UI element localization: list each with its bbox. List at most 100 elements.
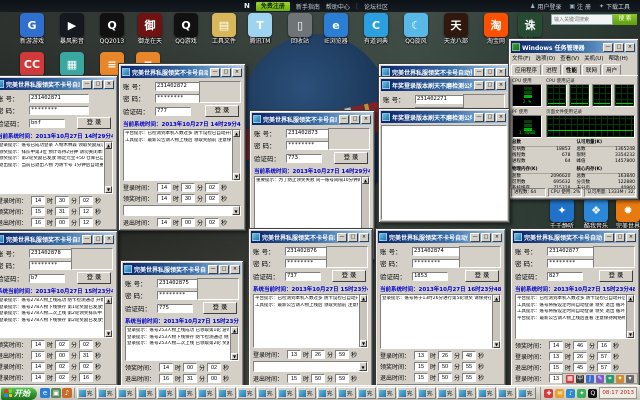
window-titlebar[interactable]: 完美世界私服领奖不卡号自动登录(v1.0)—□× [513, 231, 637, 243]
taskbar-window-button[interactable]: 完.. [237, 387, 256, 399]
scrollbar[interactable]: ▲▼ [626, 295, 634, 338]
desktop-icon[interactable]: T腾讯TM [242, 13, 278, 45]
window-titlebar[interactable]: 完美世界私服领奖不卡号自动登录(v1.3)—□× [121, 66, 243, 78]
hour-input[interactable] [414, 373, 428, 382]
login-button[interactable]: 登 录 [465, 270, 499, 282]
menu-shutdown[interactable]: 关机(U) [584, 54, 603, 62]
hour-input[interactable] [157, 218, 171, 227]
taskbar-window-button[interactable]: 完.. [337, 387, 356, 399]
log-listbox[interactable]: 登录提示：账号将于13时26分进行第5轮领奖 请保持在线状态▲▼ [380, 294, 501, 349]
captcha-input[interactable] [286, 154, 322, 163]
langbar-icon[interactable]: ▾ [626, 375, 634, 383]
maximize-button[interactable]: □ [350, 115, 360, 124]
scroll-up-icon[interactable]: ▲ [231, 327, 238, 334]
taskbar-window-button[interactable]: 完.. [417, 387, 436, 399]
minimize-button[interactable]: — [603, 43, 613, 52]
hour-input[interactable] [157, 183, 171, 192]
taskbar-window-button[interactable]: 完.. [477, 387, 496, 399]
login-button[interactable]: 登 录 [203, 302, 237, 314]
log-listbox[interactable]: 平台提示：已检测到本机人数过多 防卡设检已自动开启工具提示：账号将按设定时间自动… [515, 294, 635, 339]
minute-input[interactable] [55, 362, 69, 371]
second-input[interactable] [205, 194, 219, 203]
minimize-button[interactable]: — [474, 81, 484, 90]
empty-listbox[interactable]: ▼ [253, 361, 368, 372]
hour-input[interactable] [157, 194, 171, 203]
minute-input[interactable] [55, 218, 69, 227]
quick-launch-icon[interactable]: ♪ [62, 388, 72, 398]
hour-input[interactable] [31, 373, 45, 382]
scrollbar[interactable]: ▲▼ [232, 130, 240, 180]
minimize-button[interactable]: — [208, 265, 218, 274]
window-titlebar[interactable]: 完美世界私服领奖不卡号自动登录(v1.1)—□× [252, 113, 372, 125]
password-input[interactable] [29, 106, 89, 115]
langbar-icon[interactable]: 中 [576, 375, 584, 383]
desktop-icon[interactable]: ✦千千静听 [544, 198, 580, 230]
hour-input[interactable] [31, 218, 45, 227]
maximize-button[interactable]: □ [348, 233, 358, 242]
taskbar-window-button[interactable]: 完.. [257, 387, 276, 399]
register-link[interactable]: ▣注 册 [569, 2, 591, 11]
log-listbox[interactable]: 登录提示：账号已成功登录 人物木林森 领取奖励成功 金币+10000领奖提示：排… [0, 141, 113, 194]
tab-performance[interactable]: 性能 [562, 64, 581, 75]
maximize-button[interactable]: □ [93, 80, 103, 89]
hour-input[interactable] [414, 351, 428, 360]
second-input[interactable] [79, 351, 93, 360]
tray-icon[interactable]: Q [588, 389, 597, 398]
hour-input[interactable] [549, 363, 563, 372]
scroll-down-icon[interactable]: ▼ [360, 340, 367, 347]
account-input[interactable] [29, 94, 89, 103]
minute-input[interactable] [573, 352, 587, 361]
menu-options[interactable]: 选项(O) [535, 54, 555, 62]
desktop-icon[interactable]: ✹完美世界 [610, 198, 640, 230]
scroll-up-icon[interactable]: ▲ [493, 295, 500, 302]
second-input[interactable] [79, 207, 93, 216]
taskbar-window-button[interactable]: 完.. [497, 387, 516, 399]
hour-input[interactable] [287, 350, 301, 359]
window-titlebar[interactable]: 年奖登录版本刷天不磨检测公明(v1.4)—□× [381, 111, 507, 123]
tab-users[interactable]: 用户 [602, 64, 621, 75]
second-input[interactable] [462, 373, 476, 382]
tray-clock[interactable]: 08:17 2013 [599, 387, 637, 399]
maximize-button[interactable]: □ [485, 113, 495, 122]
language-bar[interactable]: ▦中J✎⌗✦▾ [562, 373, 638, 384]
menu-forum[interactable]: 论坛社区 [364, 2, 388, 11]
close-button[interactable]: × [626, 233, 636, 242]
scroll-up-icon[interactable]: ▲ [105, 297, 112, 304]
menu-file[interactable]: 文件(F) [512, 54, 530, 62]
close-button[interactable]: × [104, 235, 114, 244]
second-input[interactable] [79, 218, 93, 227]
taskbar-window-button[interactable]: 完.. [197, 387, 216, 399]
minute-input[interactable] [183, 374, 197, 383]
window-titlebar[interactable]: 完美世界私服领奖不卡号自动登录(v1.0)—□× [378, 231, 503, 243]
tray-icon[interactable]: ✦ [577, 389, 586, 398]
scrollbar[interactable]: ▲▼ [492, 295, 500, 348]
scroll-down-icon[interactable]: ▼ [231, 353, 238, 360]
minute-input[interactable] [181, 218, 195, 227]
minimize-button[interactable]: — [474, 113, 484, 122]
empty-listbox[interactable]: ▼ [123, 205, 241, 216]
taskbar-window-button[interactable]: 完.. [117, 387, 136, 399]
maximize-button[interactable]: □ [614, 43, 624, 52]
minute-input[interactable] [55, 373, 69, 382]
minute-input[interactable] [573, 341, 587, 350]
window-titlebar[interactable]: 年奖登录版本刷天不磨检测公明(v1.2)—□× [381, 79, 507, 91]
scroll-up-icon[interactable]: ▲ [362, 177, 369, 184]
second-input[interactable] [335, 350, 349, 359]
tab-processes[interactable]: 进程 [542, 64, 561, 75]
hour-input[interactable] [31, 196, 45, 205]
captcha-input[interactable] [29, 119, 65, 128]
scroll-down-icon[interactable]: ▼ [105, 330, 112, 337]
second-input[interactable] [597, 341, 611, 350]
login-button[interactable]: 登 录 [77, 117, 111, 129]
minute-input[interactable] [181, 183, 195, 192]
log-listbox[interactable]: 平台提示：已检测到本机人数过多 防卡设检已自动开启工具提示：最新公告请人物上线后… [123, 129, 241, 181]
taskbar-window-button[interactable]: 完.. [157, 387, 176, 399]
close-button[interactable]: × [232, 68, 242, 77]
window-titlebar[interactable]: 完美世界私服领奖不卡号自动登录(v1.0)—□× [0, 233, 115, 245]
taskbar-window-button[interactable]: 完.. [317, 387, 336, 399]
login-button[interactable]: 登 录 [599, 270, 633, 282]
scroll-down-icon[interactable]: ▼ [627, 331, 634, 338]
quick-launch-icon[interactable]: ▣ [51, 388, 61, 398]
hour-input[interactable] [159, 363, 173, 372]
desktop-icon[interactable]: ☾QQ旋风 [398, 13, 434, 45]
